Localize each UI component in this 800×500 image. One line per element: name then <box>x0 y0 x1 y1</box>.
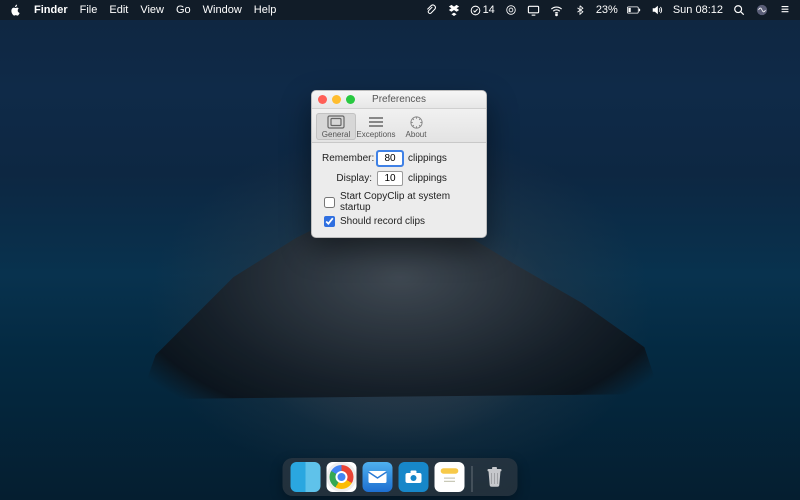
dock-finder[interactable] <box>291 462 321 492</box>
wifi-icon[interactable] <box>550 3 564 17</box>
menu-view[interactable]: View <box>140 4 164 16</box>
menubar-app-name[interactable]: Finder <box>34 4 68 16</box>
menu-help[interactable]: Help <box>254 4 277 16</box>
notification-center-icon[interactable] <box>778 3 792 17</box>
tab-about-label: About <box>406 130 427 139</box>
display-label: Display: <box>322 173 372 184</box>
remember-input[interactable] <box>377 151 403 166</box>
dock-screenshot[interactable] <box>399 462 429 492</box>
window-title: Preferences <box>312 94 486 105</box>
remember-unit: clippings <box>408 153 447 164</box>
dock-trash[interactable] <box>480 462 510 492</box>
record-checkbox-label: Should record clips <box>340 216 425 227</box>
target-icon[interactable] <box>504 3 518 17</box>
window-titlebar[interactable]: Preferences <box>312 91 486 109</box>
about-icon <box>407 115 425 129</box>
menubar-clock[interactable]: Sun 08:12 <box>673 4 723 16</box>
prefs-body: Remember: clippings Display: clippings S… <box>312 143 486 237</box>
dock-notes[interactable] <box>435 462 465 492</box>
dropbox-icon[interactable] <box>447 3 461 17</box>
menu-window[interactable]: Window <box>203 4 242 16</box>
startup-checkbox-label: Start CopyClip at system startup <box>340 191 476 213</box>
exceptions-icon <box>367 115 385 129</box>
dock-separator <box>472 466 473 492</box>
dock <box>283 458 518 496</box>
paperclip-icon[interactable] <box>424 3 438 17</box>
startup-checkbox[interactable] <box>324 197 335 208</box>
tab-exceptions[interactable]: Exceptions <box>356 113 396 140</box>
apple-menu-icon[interactable] <box>8 3 22 17</box>
menu-edit[interactable]: Edit <box>109 4 128 16</box>
menu-file[interactable]: File <box>80 4 98 16</box>
bluetooth-icon[interactable] <box>573 3 587 17</box>
battery-percent[interactable]: 23% <box>596 4 618 16</box>
siri-icon[interactable] <box>755 3 769 17</box>
dock-mail[interactable] <box>363 462 393 492</box>
tab-about[interactable]: About <box>396 113 436 140</box>
tab-exceptions-label: Exceptions <box>356 130 395 139</box>
record-checkbox[interactable] <box>324 216 335 227</box>
menu-go[interactable]: Go <box>176 4 191 16</box>
remember-label: Remember: <box>322 153 372 164</box>
prefs-toolbar: General Exceptions About <box>312 109 486 143</box>
tab-general-label: General <box>322 130 350 139</box>
display-input[interactable] <box>377 171 403 186</box>
menubar: Finder File Edit View Go Window Help 14 … <box>0 0 800 20</box>
spotlight-icon[interactable] <box>732 3 746 17</box>
general-icon <box>327 115 345 129</box>
status-count-badge[interactable]: 14 <box>470 4 495 16</box>
preferences-window: Preferences General Exceptions About Rem… <box>311 90 487 238</box>
status-count-value: 14 <box>483 4 495 16</box>
tab-general[interactable]: General <box>316 113 356 140</box>
battery-icon[interactable] <box>627 3 641 17</box>
display-icon[interactable] <box>527 3 541 17</box>
volume-icon[interactable] <box>650 3 664 17</box>
dock-chrome[interactable] <box>327 462 357 492</box>
display-unit: clippings <box>408 173 447 184</box>
